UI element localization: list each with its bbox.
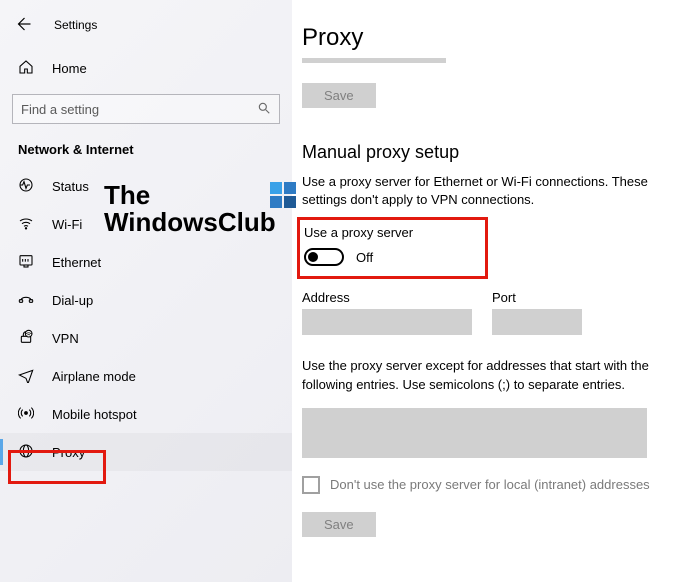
page-title: Proxy: [302, 24, 690, 52]
search-box[interactable]: [12, 94, 280, 124]
home-icon: [18, 59, 34, 78]
address-input[interactable]: [302, 309, 472, 335]
sidebar-item-status[interactable]: Status: [0, 167, 292, 205]
toggle-label: Use a proxy server: [304, 225, 413, 240]
category-title: Network & Internet: [0, 124, 292, 163]
section-title: Manual proxy setup: [302, 142, 690, 163]
search-input[interactable]: [21, 102, 241, 117]
exceptions-input[interactable]: [302, 408, 647, 458]
proxy-toggle[interactable]: [304, 248, 344, 266]
sidebar-item-vpn[interactable]: VPN: [0, 319, 292, 357]
toggle-state: Off: [356, 250, 373, 265]
sidebar-item-label: Status: [52, 179, 89, 194]
sidebar-item-home[interactable]: Home: [0, 50, 292, 86]
search-icon: [257, 101, 271, 118]
sidebar-item-airplane[interactable]: Airplane mode: [0, 357, 292, 395]
port-input[interactable]: [492, 309, 582, 335]
save-button[interactable]: Save: [302, 512, 376, 537]
dialup-icon: [18, 291, 34, 310]
local-bypass-checkbox[interactable]: [302, 476, 320, 494]
address-label: Address: [302, 290, 472, 305]
back-icon[interactable]: [14, 15, 32, 36]
sidebar-item-label: Wi-Fi: [52, 217, 82, 232]
sidebar-item-label: Proxy: [52, 445, 85, 460]
section-description: Use a proxy server for Ethernet or Wi-Fi…: [302, 173, 690, 209]
exceptions-description: Use the proxy server except for addresse…: [302, 357, 690, 393]
ethernet-icon: [18, 253, 34, 272]
airplane-icon: [18, 367, 34, 386]
sidebar-item-label: VPN: [52, 331, 79, 346]
save-button[interactable]: Save: [302, 83, 376, 108]
content-pane: Proxy Save Manual proxy setup Use a prox…: [292, 0, 700, 582]
sidebar-item-label: Home: [52, 61, 87, 76]
proxy-toggle-block: Use a proxy server Off: [302, 223, 483, 274]
sidebar-item-proxy[interactable]: Proxy: [0, 433, 292, 471]
progress-bar: [302, 58, 446, 63]
app-title: Settings: [54, 18, 97, 32]
sidebar-item-label: Dial-up: [52, 293, 93, 308]
header: Settings: [0, 6, 292, 44]
nav-list: Status Wi-Fi Ethernet Dial-up VPN Airpla…: [0, 163, 292, 471]
sidebar-item-label: Mobile hotspot: [52, 407, 137, 422]
wifi-icon: [18, 215, 34, 234]
sidebar-item-wifi[interactable]: Wi-Fi: [0, 205, 292, 243]
proxy-icon: [18, 443, 34, 462]
port-label: Port: [492, 290, 582, 305]
hotspot-icon: [18, 405, 34, 424]
sidebar-item-label: Airplane mode: [52, 369, 136, 384]
vpn-icon: [18, 329, 34, 348]
sidebar-item-label: Ethernet: [52, 255, 101, 270]
sidebar-item-hotspot[interactable]: Mobile hotspot: [0, 395, 292, 433]
status-icon: [18, 177, 34, 196]
sidebar: Settings Home Network & Internet Status …: [0, 0, 292, 582]
sidebar-item-dialup[interactable]: Dial-up: [0, 281, 292, 319]
sidebar-item-ethernet[interactable]: Ethernet: [0, 243, 292, 281]
checkbox-label: Don't use the proxy server for local (in…: [330, 477, 650, 492]
